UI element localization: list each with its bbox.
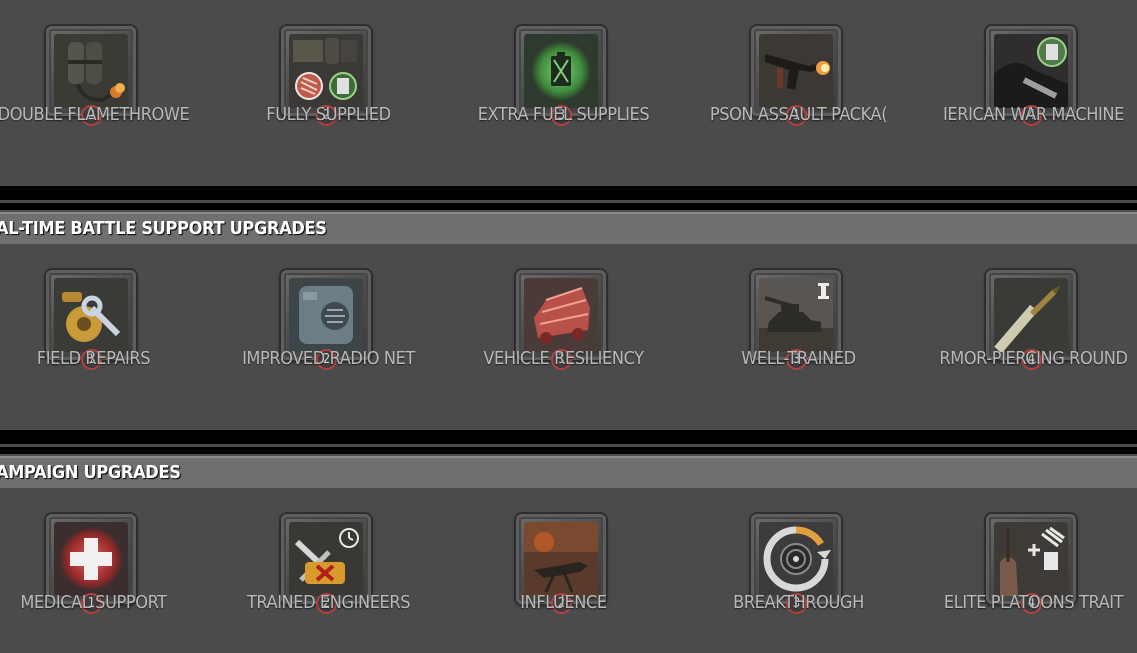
upgrade-tile[interactable]: 3 xyxy=(751,270,841,370)
upgrade-card-double-flamethrower[interactable]: 2 DOUBLE FLAMETHROWE xyxy=(0,0,211,150)
upgrade-card-trained-engineers[interactable]: 2 TRAINED ENGINEERS xyxy=(211,488,446,638)
upgrade-card-armor-piercing-round[interactable]: 4 RMOR-PIERCING ROUND xyxy=(916,244,1137,394)
medical-cross-icon xyxy=(54,522,128,596)
submachine-gun-icon xyxy=(759,34,833,108)
upgrade-label: IMPROVED RADIO NET xyxy=(242,348,415,369)
section-divider xyxy=(0,186,1137,200)
section-divider xyxy=(0,203,1137,210)
upgrade-label: WELL-TRAINED xyxy=(741,348,856,369)
upgrade-label: VEHICLE RESILIENCY xyxy=(483,348,644,369)
section-title: AL-TIME BATTLE SUPPORT UPGRADES xyxy=(0,218,327,239)
upgrade-tile[interactable]: 1 xyxy=(46,270,136,370)
section-divider xyxy=(0,447,1137,454)
upgrade-label: INFLUENCE xyxy=(520,592,607,613)
upgrade-row-2: 1 FIELD REPAIRS 2 IMPROVED RADIO NET 1 V… xyxy=(0,244,1137,394)
upgrade-tile[interactable]: 2 xyxy=(516,514,606,614)
upgrade-label: EXTRA FUEL SUPPLIES xyxy=(477,104,650,125)
flamethrower-icon xyxy=(54,34,128,108)
section-header: AMPAIGN UPGRADES xyxy=(0,456,1137,488)
radio-icon xyxy=(289,278,363,352)
section-title: AMPAIGN UPGRADES xyxy=(0,462,181,483)
upgrade-card-vehicle-resiliency[interactable]: 1 VEHICLE RESILIENCY xyxy=(446,244,681,394)
target-arrow-icon xyxy=(759,522,833,596)
upgrade-tile[interactable]: 3 xyxy=(751,514,841,614)
upgrade-label: FIELD REPAIRS xyxy=(36,348,151,369)
supplies-icon xyxy=(289,34,363,108)
upgrade-label: FULLY SUPPLIED xyxy=(266,104,391,125)
section-header: AL-TIME BATTLE SUPPORT UPGRADES xyxy=(0,212,1137,244)
upgrade-label: RMOR-PIERCING ROUND xyxy=(939,348,1128,369)
wrench-gear-icon xyxy=(54,278,128,352)
war-machine-icon xyxy=(994,34,1068,108)
upgrade-label: IERICAN WAR MACHINE xyxy=(943,104,1124,125)
upgrade-card-extra-fuel-supplies[interactable]: 3 EXTRA FUEL SUPPLIES xyxy=(446,0,681,150)
upgrade-tile[interactable]: 1 xyxy=(751,26,841,126)
upgrade-label: MEDICAL SUPPORT xyxy=(20,592,167,613)
upgrade-card-elite-platoons-trait[interactable]: 4 ELITE PLATOONS TRAIT xyxy=(916,488,1137,638)
shell-icon xyxy=(994,278,1068,352)
upgrade-card-breakthrough[interactable]: 3 BREAKTHROUGH xyxy=(681,488,916,638)
upgrade-tile[interactable]: 2 xyxy=(281,26,371,126)
upgrade-tile[interactable]: 3 xyxy=(516,26,606,126)
upgrade-label: BREAKTHROUGH xyxy=(733,592,864,613)
upgrade-card-improved-radio-net[interactable]: 2 IMPROVED RADIO NET xyxy=(211,244,446,394)
tank-icon xyxy=(759,278,833,352)
upgrade-row-1: 2 DOUBLE FLAMETHROWE 2 FULLY SUPPLIED 3 … xyxy=(0,0,1137,150)
upgrade-card-medical-support[interactable]: 1 MEDICAL SUPPORT xyxy=(0,488,211,638)
upgrade-label: PSON ASSAULT PACKA( xyxy=(709,104,888,125)
upgrade-tile[interactable]: 2 xyxy=(281,270,371,370)
truck-icon xyxy=(524,278,598,352)
upgrade-tile[interactable]: 4 xyxy=(986,514,1076,614)
section-divider xyxy=(0,430,1137,444)
upgrade-card-influence[interactable]: 2 INFLUENCE xyxy=(446,488,681,638)
upgrade-tile[interactable]: 2 xyxy=(46,26,136,126)
upgrade-card-assault-package[interactable]: 1 PSON ASSAULT PACKA( xyxy=(681,0,916,150)
upgrade-label: ELITE PLATOONS TRAIT xyxy=(943,592,1124,613)
engineer-tools-icon xyxy=(289,522,363,596)
upgrade-tile[interactable]: 2 xyxy=(281,514,371,614)
upgrade-row-3: 1 MEDICAL SUPPORT 2 TRAINED ENGINEERS 2 … xyxy=(0,488,1137,638)
upgrade-label: DOUBLE FLAMETHROWE xyxy=(0,104,190,125)
upgrade-tile[interactable]: 1 xyxy=(46,514,136,614)
elite-soldier-icon xyxy=(994,522,1068,596)
upgrade-label: TRAINED ENGINEERS xyxy=(246,592,411,613)
upgrade-card-american-war-machine[interactable]: 4 IERICAN WAR MACHINE xyxy=(916,0,1137,150)
upgrade-tile[interactable]: 4 xyxy=(986,26,1076,126)
upgrade-card-fully-supplied[interactable]: 2 FULLY SUPPLIED xyxy=(211,0,446,150)
upgrade-card-field-repairs[interactable]: 1 FIELD REPAIRS xyxy=(0,244,211,394)
upgrade-card-well-trained[interactable]: 3 WELL-TRAINED xyxy=(681,244,916,394)
upgrade-tile[interactable]: 4 xyxy=(986,270,1076,370)
machine-gun-icon xyxy=(524,522,598,596)
upgrade-tile[interactable]: 1 xyxy=(516,270,606,370)
fuel-canister-icon xyxy=(524,34,598,108)
